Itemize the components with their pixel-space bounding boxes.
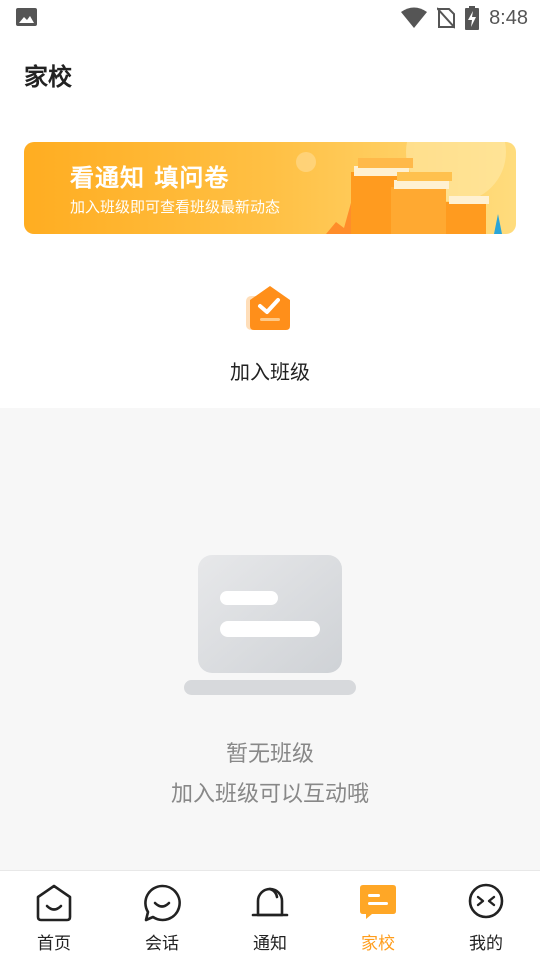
books-illustration: [296, 142, 506, 234]
battery-charging-icon: [465, 6, 480, 30]
empty-state-title: 暂无班级: [225, 742, 314, 767]
home-icon: [36, 884, 72, 922]
nav-item-chat[interactable]: 会话: [108, 871, 216, 961]
image-icon: [16, 8, 37, 26]
nav-label-chat: 会话: [145, 934, 179, 954]
status-time: 8:48: [489, 6, 528, 29]
join-class-icon: [246, 286, 290, 330]
nav-item-school[interactable]: 家校: [324, 871, 432, 961]
bottom-navigation: 首页 会话 通知 家校 我的: [0, 870, 540, 961]
nav-label-school: 家校: [361, 934, 395, 954]
profile-icon: [468, 883, 504, 919]
join-class-label: 加入班级: [230, 360, 310, 384]
nav-label-home: 首页: [37, 934, 71, 954]
nav-label-profile: 我的: [469, 934, 503, 954]
chat-icon: [144, 884, 181, 922]
empty-class-illustration: [184, 555, 356, 695]
school-icon: [360, 885, 396, 919]
nav-item-profile[interactable]: 我的: [432, 871, 540, 961]
bell-icon: [251, 887, 289, 917]
banner-title: 看通知 填问卷: [70, 163, 230, 192]
page-title: 家校: [24, 63, 72, 91]
empty-state-subtitle: 加入班级可以互动哦: [170, 782, 369, 807]
nav-item-notice[interactable]: 通知: [216, 871, 324, 961]
nav-item-home[interactable]: 首页: [0, 871, 108, 961]
banner-subtitle: 加入班级即可查看班级最新动态: [70, 198, 281, 216]
promo-banner[interactable]: 看通知 填问卷 加入班级即可查看班级最新动态: [24, 142, 516, 234]
nav-label-notice: 通知: [253, 934, 287, 954]
no-sim-icon: [437, 7, 456, 29]
wifi-icon: [401, 7, 428, 28]
status-bar: 8:48: [0, 0, 540, 36]
